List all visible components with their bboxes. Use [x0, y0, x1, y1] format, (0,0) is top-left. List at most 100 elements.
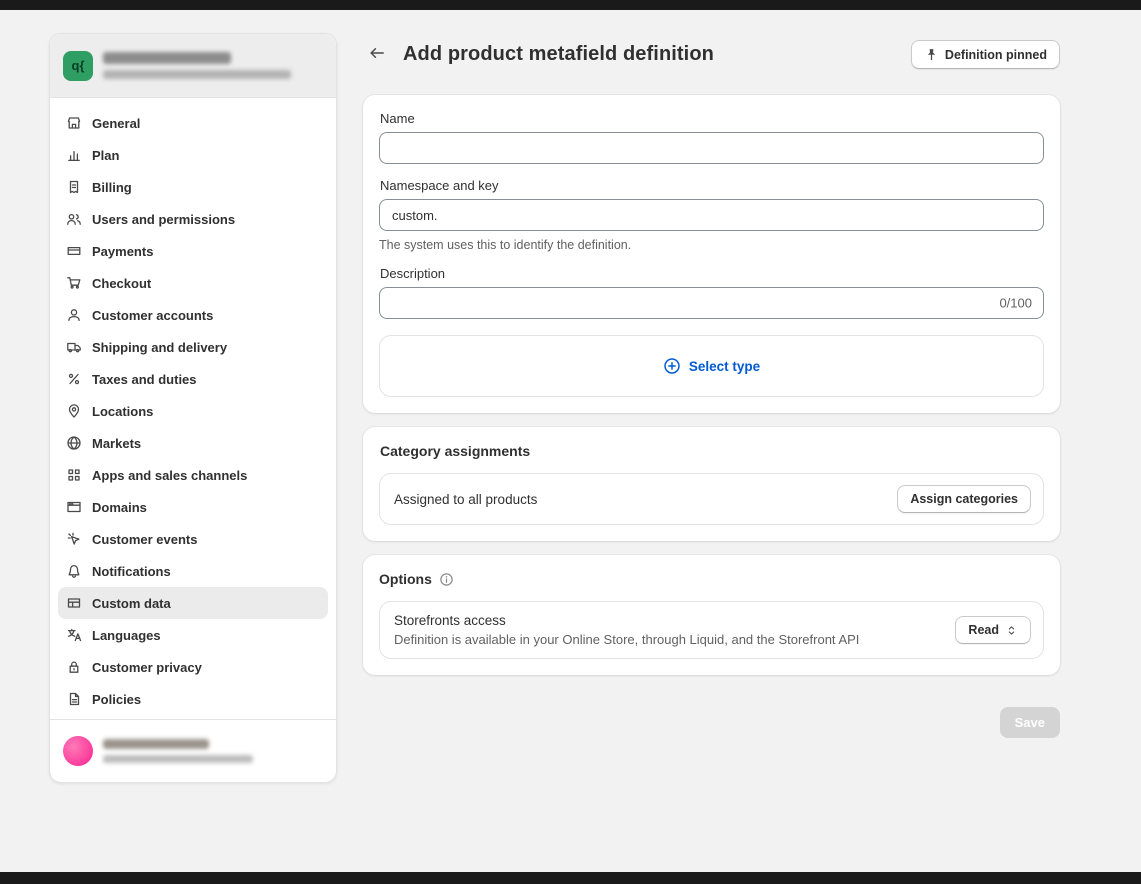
sidebar-item-markets[interactable]: Markets [58, 427, 328, 459]
definition-pinned-label: Definition pinned [945, 48, 1047, 62]
sidebar-item-policies[interactable]: Policies [58, 683, 328, 715]
sidebar-item-plan[interactable]: Plan [58, 139, 328, 171]
name-label: Name [380, 111, 1044, 126]
definition-pinned-button[interactable]: Definition pinned [911, 40, 1060, 69]
pin-icon [924, 47, 939, 62]
namespace-key-input[interactable] [379, 199, 1044, 231]
sidebar-item-label: Checkout [92, 276, 151, 291]
save-button[interactable]: Save [1000, 707, 1060, 738]
store-meta [103, 52, 291, 79]
billing-icon [66, 179, 82, 195]
sidebar-item-label: Payments [92, 244, 153, 259]
bottom-black-bar [0, 872, 1141, 884]
user-email-redacted [103, 755, 253, 763]
name-field-group: Name [379, 111, 1044, 164]
sidebar-item-label: Languages [92, 628, 161, 643]
options-title-row: Options [379, 571, 1044, 587]
sidebar-item-label: Domains [92, 500, 147, 515]
chevron-updown-icon [1005, 624, 1018, 637]
settings-sidebar: q{ General Plan Billing Users and permissio… [49, 33, 337, 783]
sidebar-item-label: Taxes and duties [92, 372, 197, 387]
sidebar-item-apps-and-sales-channels[interactable]: Apps and sales channels [58, 459, 328, 491]
sidebar-item-notifications[interactable]: Notifications [58, 555, 328, 587]
description-counter: 0/100 [999, 296, 1032, 311]
back-arrow-icon [368, 44, 386, 65]
sidebar-item-taxes-and-duties[interactable]: Taxes and duties [58, 363, 328, 395]
sidebar-item-users-and-permissions[interactable]: Users and permissions [58, 203, 328, 235]
sidebar-item-billing[interactable]: Billing [58, 171, 328, 203]
store-icon [66, 115, 82, 131]
page-header: Add product metafield definition Definit… [363, 40, 1060, 73]
taxes-icon [66, 371, 82, 387]
sidebar-item-label: Locations [92, 404, 153, 419]
store-domain-redacted [103, 70, 291, 79]
sidebar-item-label: Custom data [92, 596, 171, 611]
sidebar-item-label: Customer privacy [92, 660, 202, 675]
user-footer[interactable] [50, 719, 336, 782]
save-row: Save [363, 707, 1060, 738]
sidebar-item-locations[interactable]: Locations [58, 395, 328, 427]
storefronts-access-description: Definition is available in your Online S… [394, 632, 859, 647]
sidebar-item-general[interactable]: General [58, 107, 328, 139]
sidebar-item-label: Plan [92, 148, 119, 163]
sidebar-item-label: Customer events [92, 532, 197, 547]
assign-categories-button[interactable]: Assign categories [897, 485, 1031, 513]
store-header[interactable]: q{ [50, 34, 336, 98]
events-icon [66, 531, 82, 547]
select-type-label: Select type [689, 359, 760, 374]
sidebar-item-label: Markets [92, 436, 141, 451]
main-content: Add product metafield definition Definit… [363, 40, 1060, 738]
data-icon [66, 595, 82, 611]
user-name-redacted [103, 739, 209, 749]
apps-icon [66, 467, 82, 483]
users-icon [66, 211, 82, 227]
sidebar-item-checkout[interactable]: Checkout [58, 267, 328, 299]
globe-icon [66, 435, 82, 451]
sidebar-item-domains[interactable]: Domains [58, 491, 328, 523]
domains-icon [66, 499, 82, 515]
select-type-button[interactable]: Select type [379, 335, 1044, 397]
storefront-access-value: Read [968, 623, 999, 637]
store-avatar: q{ [63, 51, 93, 81]
payments-icon [66, 243, 82, 259]
checkout-icon [66, 275, 82, 291]
sidebar-item-label: Users and permissions [92, 212, 235, 227]
top-black-bar [0, 0, 1141, 10]
policies-icon [66, 691, 82, 707]
sidebar-item-label: Apps and sales channels [92, 468, 247, 483]
options-card: Options Storefronts access Definition is… [363, 555, 1060, 675]
description-field-group: Description 0/100 [379, 266, 1044, 319]
storefront-access-select[interactable]: Read [955, 616, 1031, 644]
lock-icon [66, 659, 82, 675]
user-meta [103, 739, 253, 763]
info-icon[interactable] [439, 572, 454, 587]
sidebar-item-customer-events[interactable]: Customer events [58, 523, 328, 555]
sidebar-item-label: General [92, 116, 140, 131]
sidebar-item-label: Customer accounts [92, 308, 213, 323]
name-input[interactable] [379, 132, 1044, 164]
definition-form-card: Name Namespace and key The system uses t… [363, 95, 1060, 413]
namespace-key-label: Namespace and key [380, 178, 1044, 193]
sidebar-item-payments[interactable]: Payments [58, 235, 328, 267]
storefronts-access-row: Storefronts access Definition is availab… [379, 601, 1044, 659]
back-button[interactable] [365, 43, 389, 67]
description-input[interactable] [379, 287, 1044, 319]
location-icon [66, 403, 82, 419]
sidebar-item-customer-accounts[interactable]: Customer accounts [58, 299, 328, 331]
namespace-field-group: Namespace and key The system uses this t… [379, 178, 1044, 252]
sidebar-item-shipping-and-delivery[interactable]: Shipping and delivery [58, 331, 328, 363]
account-icon [66, 307, 82, 323]
shipping-icon [66, 339, 82, 355]
plus-circle-icon [663, 357, 681, 375]
namespace-help-text: The system uses this to identify the def… [379, 238, 1044, 252]
storefronts-access-title: Storefronts access [394, 613, 859, 628]
sidebar-item-label: Notifications [92, 564, 171, 579]
sidebar-item-custom-data[interactable]: Custom data [58, 587, 328, 619]
sidebar-item-languages[interactable]: Languages [58, 619, 328, 651]
category-assignments-title: Category assignments [380, 443, 1044, 459]
sidebar-item-label: Shipping and delivery [92, 340, 227, 355]
assigned-to-text: Assigned to all products [394, 492, 537, 507]
plan-icon [66, 147, 82, 163]
sidebar-item-customer-privacy[interactable]: Customer privacy [58, 651, 328, 683]
user-avatar [63, 736, 93, 766]
